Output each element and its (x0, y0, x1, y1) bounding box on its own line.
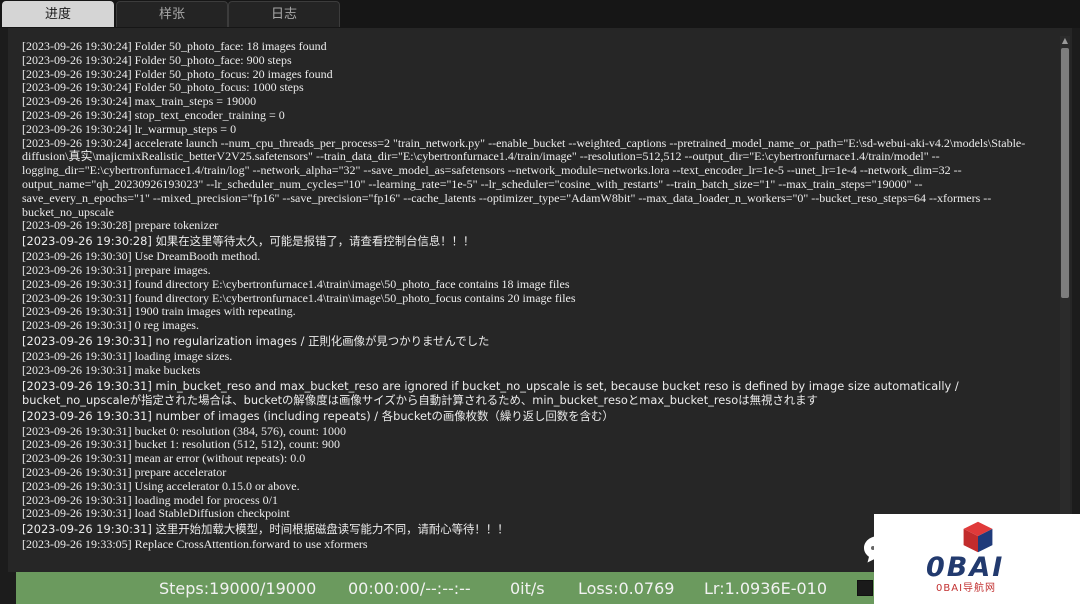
log-line: [2023-09-26 19:30:24] lr_warmup_steps = … (22, 121, 237, 136)
log-line: [2023-09-26 19:30:31] loading image size… (22, 348, 233, 363)
cube-logo-icon (963, 521, 993, 553)
watermark: 0BAI 0BAI导航网 (874, 514, 1080, 604)
scrollbar-thumb[interactable] (1061, 48, 1069, 298)
log-line: [2023-09-26 19:30:31] Using accelerator … (22, 478, 300, 493)
watermark-brand: 0BAI (926, 552, 1005, 583)
log-line: [2023-09-26 19:30:31] mean ar error (wit… (22, 451, 306, 466)
log-line: [2023-09-26 19:30:24] max_train_steps = … (22, 94, 257, 109)
log-line: [2023-09-26 19:30:28] 如果在这里等待太久，可能是报错了，请… (22, 234, 475, 249)
loss-readout: Loss:0.0769 (578, 579, 675, 598)
rate-readout: 0it/s (510, 579, 545, 598)
log-line: [2023-09-26 19:30:31] found directory E:… (22, 276, 570, 291)
training-status-bar: Steps:19000/19000 00:00:00/--:--:-- 0it/… (16, 572, 880, 604)
log-line: [2023-09-26 19:30:31] prepare images. (22, 262, 211, 277)
tab-samples[interactable]: 样张 (116, 1, 228, 27)
log-line: [2023-09-26 19:30:31] number of images (… (22, 408, 614, 423)
log-line: [2023-09-26 19:30:31] prepare accelerato… (22, 464, 227, 479)
log-line: [2023-09-26 19:30:28] prepare tokenizer (22, 218, 219, 233)
log-line: [2023-09-26 19:30:24] Folder 50_photo_fo… (22, 66, 333, 81)
tab-log[interactable]: 日志 (228, 1, 340, 27)
log-line: [2023-09-26 19:30:31] bucket 1: resoluti… (22, 437, 340, 452)
log-line: [2023-09-26 19:30:31] 1900 train images … (22, 304, 296, 319)
log-output: [2023-09-26 19:30:24] Folder 50_photo_fa… (22, 40, 1032, 564)
stop-square-icon[interactable] (857, 580, 873, 596)
lr-readout: Lr:1.0936E-010 (704, 579, 828, 598)
log-line: [2023-09-26 19:30:31] make buckets (22, 362, 201, 377)
tab-progress[interactable]: 进度 (2, 1, 114, 27)
log-line: [2023-09-26 19:30:31] no regularization … (22, 333, 490, 348)
tab-bar: 进度 样张 日志 (0, 0, 1080, 28)
log-line-command: [2023-09-26 19:30:24] accelerate launch … (22, 135, 1026, 219)
log-line: [2023-09-26 19:30:24] Folder 50_photo_fo… (22, 80, 304, 95)
log-line: [2023-09-26 19:30:24] stop_text_encoder_… (22, 107, 285, 122)
log-line: [2023-09-26 19:30:24] Folder 50_photo_fa… (22, 52, 292, 67)
scroll-up-icon[interactable]: ▲ (1060, 36, 1070, 46)
watermark-subtitle: 0BAI导航网 (936, 583, 997, 594)
log-line: [2023-09-26 19:30:30] Use DreamBooth met… (22, 249, 261, 264)
time-readout: 00:00:00/--:--:-- (348, 579, 471, 598)
log-line: [2023-09-26 19:30:31] min_bucket_reso an… (22, 378, 959, 407)
log-line: [2023-09-26 19:30:31] bucket 0: resoluti… (22, 423, 346, 438)
log-line: [2023-09-26 19:30:31] 0 reg images. (22, 318, 199, 333)
log-line: [2023-09-26 19:30:31] found directory E:… (22, 290, 576, 305)
log-line: [2023-09-26 19:30:24] Folder 50_photo_fa… (22, 40, 327, 53)
log-panel[interactable]: [2023-09-26 19:30:24] Folder 50_photo_fa… (8, 28, 1072, 572)
steps-readout: Steps:19000/19000 (159, 579, 317, 598)
log-line: [2023-09-26 19:30:31] loading model for … (22, 492, 278, 507)
